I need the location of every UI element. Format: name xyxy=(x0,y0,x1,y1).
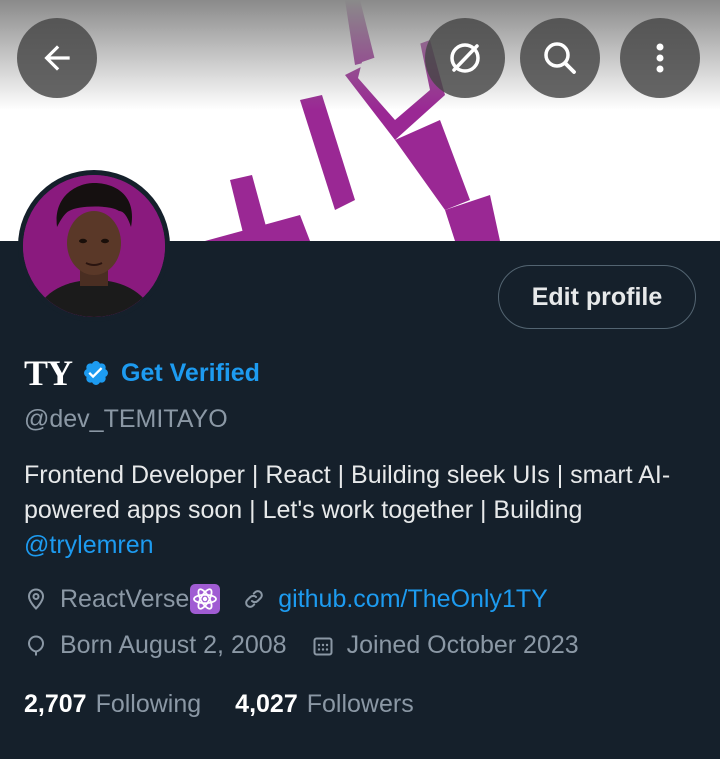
avatar[interactable] xyxy=(18,170,170,322)
more-options-button[interactable] xyxy=(620,18,700,98)
location-text: ReactVerse xyxy=(60,584,190,613)
more-options-icon xyxy=(656,43,664,73)
location-pin-icon xyxy=(27,588,45,610)
user-handle: @dev_TEMITAYO xyxy=(24,405,228,433)
bio-text: Frontend Developer | React | Building sl… xyxy=(24,461,671,524)
profile-meta-row-2: Born August 2, 2008 Joined October 2023 xyxy=(24,631,579,660)
name-row: TY Get Verified xyxy=(24,352,260,394)
birthday-text: Born August 2, 2008 xyxy=(60,631,287,659)
profile-meta-row-1: ReactVerse github.com/TheOnly1TY xyxy=(24,584,548,614)
bio-mention-link[interactable]: @trylemren xyxy=(24,531,154,559)
grok-icon xyxy=(450,43,480,73)
link-icon xyxy=(245,590,264,608)
following-stat[interactable]: 2,707 Following xyxy=(24,690,201,719)
website-link[interactable]: github.com/TheOnly1TY xyxy=(278,585,548,614)
grok-button[interactable] xyxy=(425,18,505,98)
search-icon xyxy=(544,42,576,74)
followers-label: Followers xyxy=(306,690,414,718)
follow-stats: 2,707 Following 4,027 Followers xyxy=(24,690,414,719)
balloon-icon xyxy=(27,634,45,655)
atom-symbol-emoji-icon xyxy=(190,584,221,614)
verified-badge-icon xyxy=(84,361,108,385)
display-name: TY xyxy=(24,353,73,393)
following-count: 2,707 xyxy=(24,690,87,718)
bio: Frontend Developer | React | Building sl… xyxy=(24,458,704,563)
back-button[interactable] xyxy=(17,18,97,98)
following-label: Following xyxy=(95,690,202,718)
followers-stat[interactable]: 4,027 Followers xyxy=(235,690,414,719)
back-arrow-icon xyxy=(44,45,70,71)
edit-profile-button[interactable]: Edit profile xyxy=(498,265,696,329)
followers-count: 4,027 xyxy=(235,690,298,718)
search-button[interactable] xyxy=(520,18,600,98)
get-verified-link[interactable]: Get Verified xyxy=(121,359,260,388)
joined-date-text: Joined October 2023 xyxy=(346,631,579,659)
calendar-icon xyxy=(313,637,333,655)
avatar-image xyxy=(23,175,165,317)
